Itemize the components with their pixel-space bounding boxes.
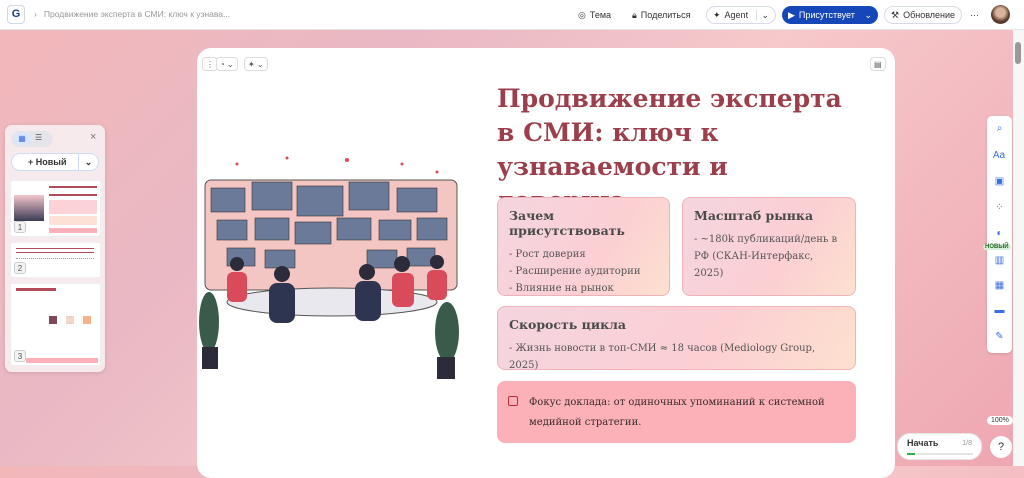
plus-icon: +: [28, 157, 34, 167]
slide-thumbnail-3[interactable]: 3: [10, 283, 101, 366]
slide-number: 3: [14, 350, 26, 362]
progress-bar: [907, 453, 973, 455]
slides-panel: ▦ ☰ × + Новый ⌄ 1 2 3: [5, 125, 105, 372]
chevron-down-icon[interactable]: ⌄: [756, 9, 769, 21]
app-logo[interactable]: G: [7, 5, 25, 24]
present-button[interactable]: ▶ Присутствует ⌄: [782, 6, 878, 24]
note-icon: [508, 396, 518, 406]
play-icon: ▶: [788, 9, 795, 20]
embed-icon[interactable]: ▬: [994, 306, 1005, 316]
sparkle-icon: ✦: [713, 9, 721, 20]
thumbnail-callout: [49, 228, 97, 233]
card-why[interactable]: Зачем присутствовать - Рост доверия - Ра…: [497, 197, 670, 296]
magic-icon: ⚒: [891, 9, 900, 20]
card-title: Зачем присутствовать: [509, 208, 625, 238]
chevron-down-icon[interactable]: ⌄: [78, 154, 98, 170]
thumbnail-callout: [26, 358, 98, 363]
theme-button[interactable]: ◎ Тема: [578, 6, 611, 24]
card-market[interactable]: Масштаб рынка - ~180k публикаций/день в …: [682, 197, 856, 296]
update-label: Обновление: [903, 10, 956, 20]
getting-started-widget[interactable]: Начать 1/8: [897, 433, 982, 460]
ai-edit-button[interactable]: ✦ ⌄: [244, 57, 268, 71]
close-panel-button[interactable]: ×: [90, 131, 96, 143]
top-bar: G › Продвижение эксперта в СМИ: ключ к у…: [0, 0, 1024, 30]
scrollbar[interactable]: [1013, 30, 1024, 466]
slide-thumbnail-2[interactable]: 2: [10, 242, 101, 278]
thumbnail-image: [14, 195, 44, 221]
card-item: - Рост доверия: [509, 249, 586, 260]
thumbnail-title: [49, 186, 97, 196]
card-item: - Жизнь новости в топ-СМИ ≈ 18 часов (Me…: [509, 343, 816, 371]
thumbnail-image: [66, 316, 74, 324]
user-avatar[interactable]: [991, 5, 1010, 24]
agent-button[interactable]: ✦ Agent ⌄: [706, 6, 776, 24]
card-title: Масштаб рынка: [694, 208, 814, 223]
table-icon[interactable]: ▦: [994, 281, 1005, 291]
thumbnail-title: [16, 248, 94, 253]
help-button[interactable]: ?: [990, 436, 1012, 458]
view-toggle[interactable]: ▦ ☰: [11, 131, 53, 147]
slide-thumbnail-1[interactable]: 1: [10, 180, 101, 237]
share-button[interactable]: 🔒︎ Поделиться: [632, 6, 691, 24]
breadcrumb-title[interactable]: Продвижение эксперта в СМИ: ключ к узнав…: [44, 9, 230, 19]
thumbnail-content: [16, 258, 94, 264]
scrollbar-thumb[interactable]: [1015, 42, 1021, 64]
new-badge: НОВЫЙ: [983, 244, 1011, 250]
thumbnail-image: [49, 316, 57, 324]
thumbnail-title: [16, 288, 56, 291]
grid-view-icon[interactable]: ▦: [13, 133, 31, 145]
thumbnail-card: [49, 216, 97, 225]
edit-icon[interactable]: ✎: [994, 332, 1005, 342]
new-label: Новый: [35, 157, 67, 167]
card-item: - Расширение аудитории: [509, 266, 641, 277]
share-label: Поделиться: [640, 10, 691, 20]
chart-icon[interactable]: ▥: [994, 256, 1005, 266]
slide-number: 2: [14, 262, 26, 274]
zoom-level[interactable]: 100%: [987, 416, 1013, 425]
update-button[interactable]: ⚒ Обновление: [884, 6, 963, 24]
progress-text: 1/8: [962, 440, 972, 447]
agent-label: Agent: [724, 10, 749, 20]
insert-toolbar: ⌕ Aa ▣ ⁘ ◐ НОВЫЙ ▥ ▦ ▬ ✎: [983, 116, 1012, 353]
text-icon[interactable]: Aa: [992, 151, 1006, 161]
notes-button[interactable]: ▤: [870, 57, 886, 71]
progress-fill: [907, 453, 916, 455]
focus-callout[interactable]: Фокус доклада: от одиночных упоминаний к…: [497, 381, 856, 443]
thumbnail-image: [83, 316, 91, 324]
card-speed[interactable]: Скорость цикла - Жизнь новости в топ-СМИ…: [497, 306, 856, 371]
image-icon[interactable]: ▣: [994, 177, 1005, 187]
palette-icon: ◎: [578, 9, 586, 20]
theme-label: Тема: [589, 10, 612, 20]
start-label: Начать: [907, 438, 939, 448]
present-label: Присутствует: [798, 10, 855, 20]
blocks-icon[interactable]: ⁘: [994, 203, 1005, 213]
slide-number: 1: [14, 221, 26, 233]
newsroom-illustration: [199, 156, 459, 379]
lock-icon: 🔒︎: [632, 9, 637, 20]
search-icon[interactable]: ⌕: [994, 124, 1005, 134]
card-style-button[interactable]: ◔ ⌄: [216, 57, 238, 71]
card-item: - ~180k публикаций/день в РФ (СКАН-Интер…: [694, 234, 838, 279]
chevron-down-icon[interactable]: ⌄: [864, 10, 872, 21]
toggle-icon[interactable]: ◐: [994, 229, 1005, 239]
breadcrumb[interactable]: › Продвижение эксперта в СМИ: ключ к узн…: [34, 9, 230, 19]
callout-text: Фокус доклада: от одиночных упоминаний к…: [529, 397, 825, 428]
card-item: - Влияние на рынок: [509, 283, 614, 294]
more-button[interactable]: ···: [970, 6, 979, 24]
list-view-icon[interactable]: ☰: [35, 133, 42, 142]
thumbnail-card: [49, 200, 97, 214]
card-title: Скорость цикла: [509, 317, 627, 332]
new-slide-button[interactable]: + Новый ⌄: [11, 153, 99, 171]
